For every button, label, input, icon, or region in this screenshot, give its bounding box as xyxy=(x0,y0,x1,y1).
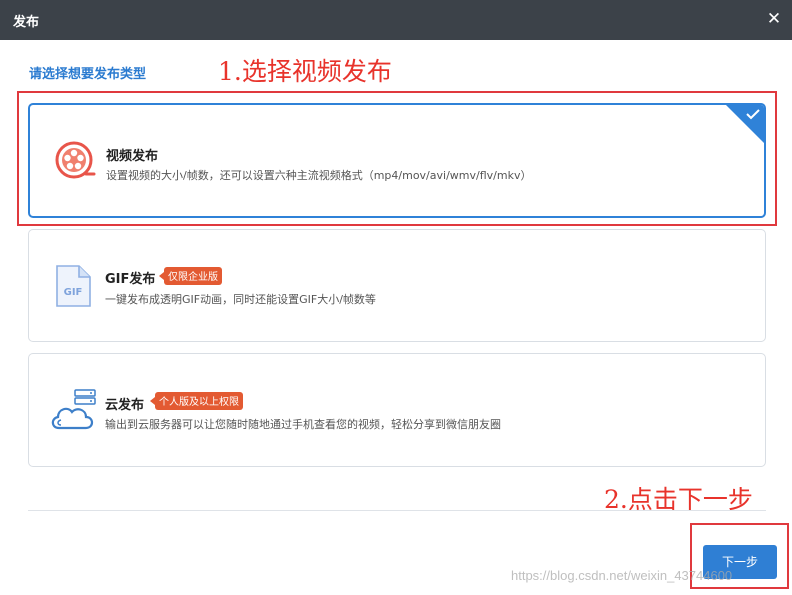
highlight-box-video-option xyxy=(17,91,777,226)
cloud-server-icon xyxy=(51,389,96,430)
type-prompt: 请选择想要发布类型 xyxy=(29,67,147,82)
watermark: https://blog.csdn.net/weixin_43744600 xyxy=(511,568,733,583)
edition-badge: 仅限企业版 xyxy=(159,267,222,285)
option-name: GIF发布 xyxy=(105,272,156,287)
svg-text:GIF: GIF xyxy=(64,287,83,298)
option-description: 输出到云服务器可以让您随时随地通过手机查看您的视频，轻松分享到微信朋友圈 xyxy=(105,418,501,431)
dialog-title: 发布 xyxy=(13,15,40,30)
edition-badge: 个人版及以上权限 xyxy=(150,392,243,410)
option-cloud-publish[interactable]: 云发布 个人版及以上权限 输出到云服务器可以让您随时随地通过手机查看您的视频，轻… xyxy=(28,353,766,467)
option-gif-publish[interactable]: GIF GIF发布 仅限企业版 一键发布成透明GIF动画，同时还能设置GIF大小… xyxy=(28,229,766,342)
title-bar: 发布 ✕ xyxy=(0,0,792,40)
gif-file-icon: GIF xyxy=(56,265,91,307)
close-icon[interactable]: ✕ xyxy=(764,9,784,29)
footer-divider xyxy=(28,510,766,511)
option-description: 一键发布成透明GIF动画，同时还能设置GIF大小/帧数等 xyxy=(105,293,376,306)
option-name: 云发布 xyxy=(105,398,145,413)
annotation-step-1: 1.选择视频发布 xyxy=(218,57,392,86)
